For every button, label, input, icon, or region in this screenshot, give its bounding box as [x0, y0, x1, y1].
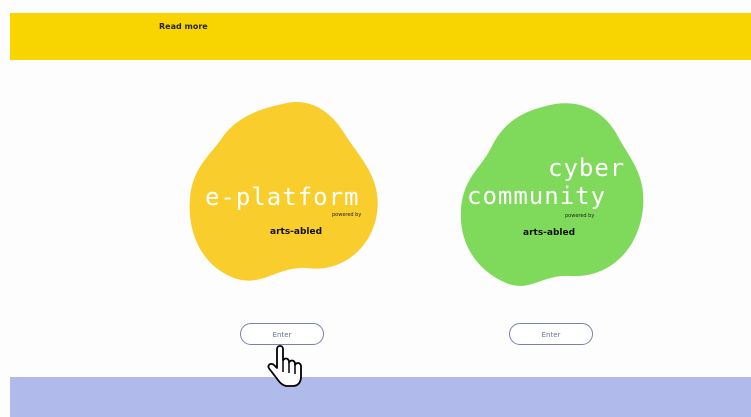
e-platform-title: e-platform [205, 183, 360, 211]
e-platform-powered-by: powered by [332, 212, 362, 218]
e-platform-brand-logo: arts-abled [270, 219, 322, 238]
brand-suffix: abled [293, 227, 323, 237]
brand-suffix: abled [546, 228, 576, 238]
cyber-community-powered-by: powered by [565, 213, 595, 219]
read-more-link[interactable]: Read more [159, 23, 208, 31]
e-platform-enter-button[interactable]: Enter [240, 323, 324, 345]
cyber-community-enter-button[interactable]: Enter [509, 323, 593, 345]
cyber-community-title-line-2: community [467, 182, 607, 210]
bottom-band [10, 377, 751, 417]
top-banner: Read more [10, 13, 751, 60]
page: Read more e-platform powered by arts-abl… [0, 0, 751, 417]
brand-prefix: arts- [523, 228, 547, 238]
e-platform-card[interactable]: e-platform powered by arts-abled [182, 98, 382, 298]
cyber-community-title-line-1: cyber [548, 154, 626, 182]
brand-prefix: arts- [270, 227, 294, 237]
portal-section: e-platform powered by arts-abled cyber c… [0, 60, 751, 377]
cyber-community-card[interactable]: cyber community powered by arts-abled [451, 98, 651, 298]
cyber-community-brand-logo: arts-abled [523, 220, 575, 239]
